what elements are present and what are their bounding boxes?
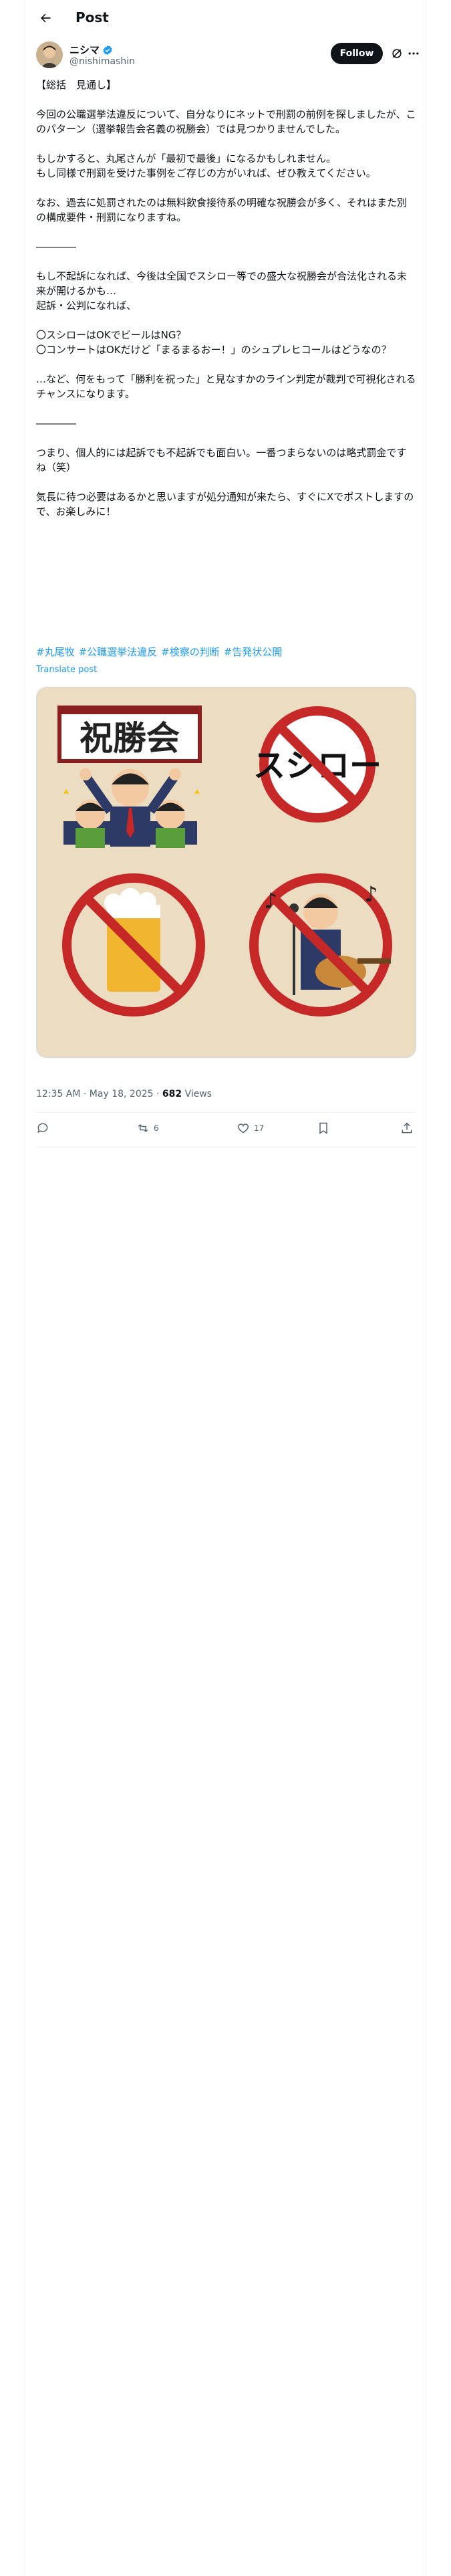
bookmark-button[interactable] <box>317 1121 330 1135</box>
divider <box>36 1112 416 1113</box>
author-handle[interactable]: @nishimashin <box>69 56 135 67</box>
reply-button[interactable] <box>36 1121 49 1135</box>
views-label: Views <box>182 1089 212 1099</box>
arrow-left-icon <box>41 13 51 23</box>
share-button[interactable] <box>400 1121 414 1135</box>
concert-prohibited-icon: ♪ ♪ <box>249 873 392 1016</box>
like-count: 17 <box>254 1123 265 1133</box>
share-icon <box>402 1122 412 1134</box>
hashtag-link[interactable]: #検察の判断 <box>161 645 220 659</box>
page-title: Post <box>76 9 109 25</box>
bookmark-icon <box>319 1122 327 1134</box>
svg-text:♪: ♪ <box>364 881 378 907</box>
repost-count: 6 <box>154 1123 159 1133</box>
views-count: 682 <box>162 1089 182 1099</box>
author-name: ニシマ <box>69 44 100 56</box>
translate-post-link[interactable]: Translate post <box>36 665 97 675</box>
beer-prohibited-icon <box>62 873 205 1016</box>
heart-icon <box>237 1123 249 1134</box>
grok-button[interactable] <box>390 47 404 60</box>
post-meta: 12:35 AM · May 18, 2025 · 682 Views <box>36 1089 212 1099</box>
author-name-row[interactable]: ニシマ <box>69 43 113 57</box>
avatar-image <box>36 41 63 68</box>
celebration-sign-text: 祝勝会 <box>80 719 180 758</box>
repost-icon <box>138 1123 148 1133</box>
like-button[interactable]: 17 <box>237 1121 264 1135</box>
hashtag-link[interactable]: #丸尾牧 <box>36 645 75 659</box>
follow-button[interactable]: Follow <box>331 43 383 64</box>
avatar[interactable] <box>36 41 63 68</box>
post-text: 【総括 見通し】 今回の公職選挙法違反について、自分なりにネットで刑罰の前例を探… <box>36 79 416 518</box>
top-bar: Post <box>25 0 427 35</box>
reply-icon <box>37 1123 48 1134</box>
hashtags: #丸尾牧 #公職選挙法違反 #検察の判断 #告発状公開 <box>36 645 282 659</box>
post-column: Post ニシマ @nishimashin Follow 【総括 見通し】 今回… <box>25 0 426 2576</box>
illustration: 祝勝会 スシロー <box>37 687 416 1057</box>
timestamp[interactable]: 12:35 AM · May 18, 2025 · <box>36 1089 162 1099</box>
more-horizontal-icon <box>408 52 419 55</box>
grok-icon <box>392 49 402 58</box>
post-image[interactable]: 祝勝会 スシロー <box>36 687 416 1058</box>
back-button[interactable] <box>36 9 55 27</box>
hashtag-link[interactable]: #公職選挙法違反 <box>79 645 158 659</box>
repost-button[interactable]: 6 <box>136 1121 159 1135</box>
more-button[interactable] <box>407 47 420 60</box>
action-bar: 6 17 <box>36 1113 416 1146</box>
divider <box>36 1147 416 1148</box>
verified-badge-icon <box>103 45 112 55</box>
hashtag-link[interactable]: #告発状公開 <box>224 645 283 659</box>
author-row: ニシマ @nishimashin Follow <box>36 41 419 71</box>
